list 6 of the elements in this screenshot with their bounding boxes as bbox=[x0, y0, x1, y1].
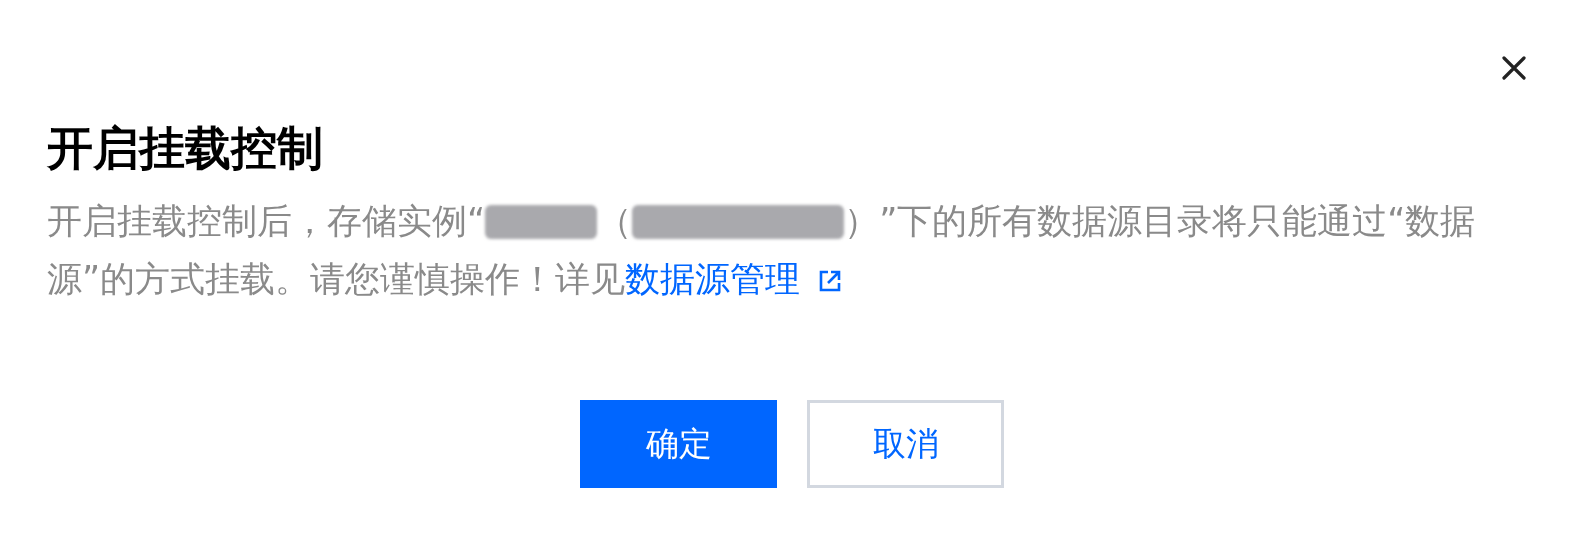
cancel-button[interactable]: 取消 bbox=[807, 400, 1004, 488]
data-source-link[interactable]: 数据源管理 bbox=[625, 259, 801, 299]
dialog-message: 开启挂载控制后，存储实例“ （ ）”下的所有数据源目录将只能通过“数据源”的方式挂载。请您谨慎操作！详见数据源管理 bbox=[47, 200, 1477, 301]
dialog-title: 开启挂载控制 bbox=[47, 120, 323, 177]
confirm-button[interactable]: 确定 bbox=[580, 400, 777, 488]
external-link-icon[interactable] bbox=[818, 269, 843, 293]
